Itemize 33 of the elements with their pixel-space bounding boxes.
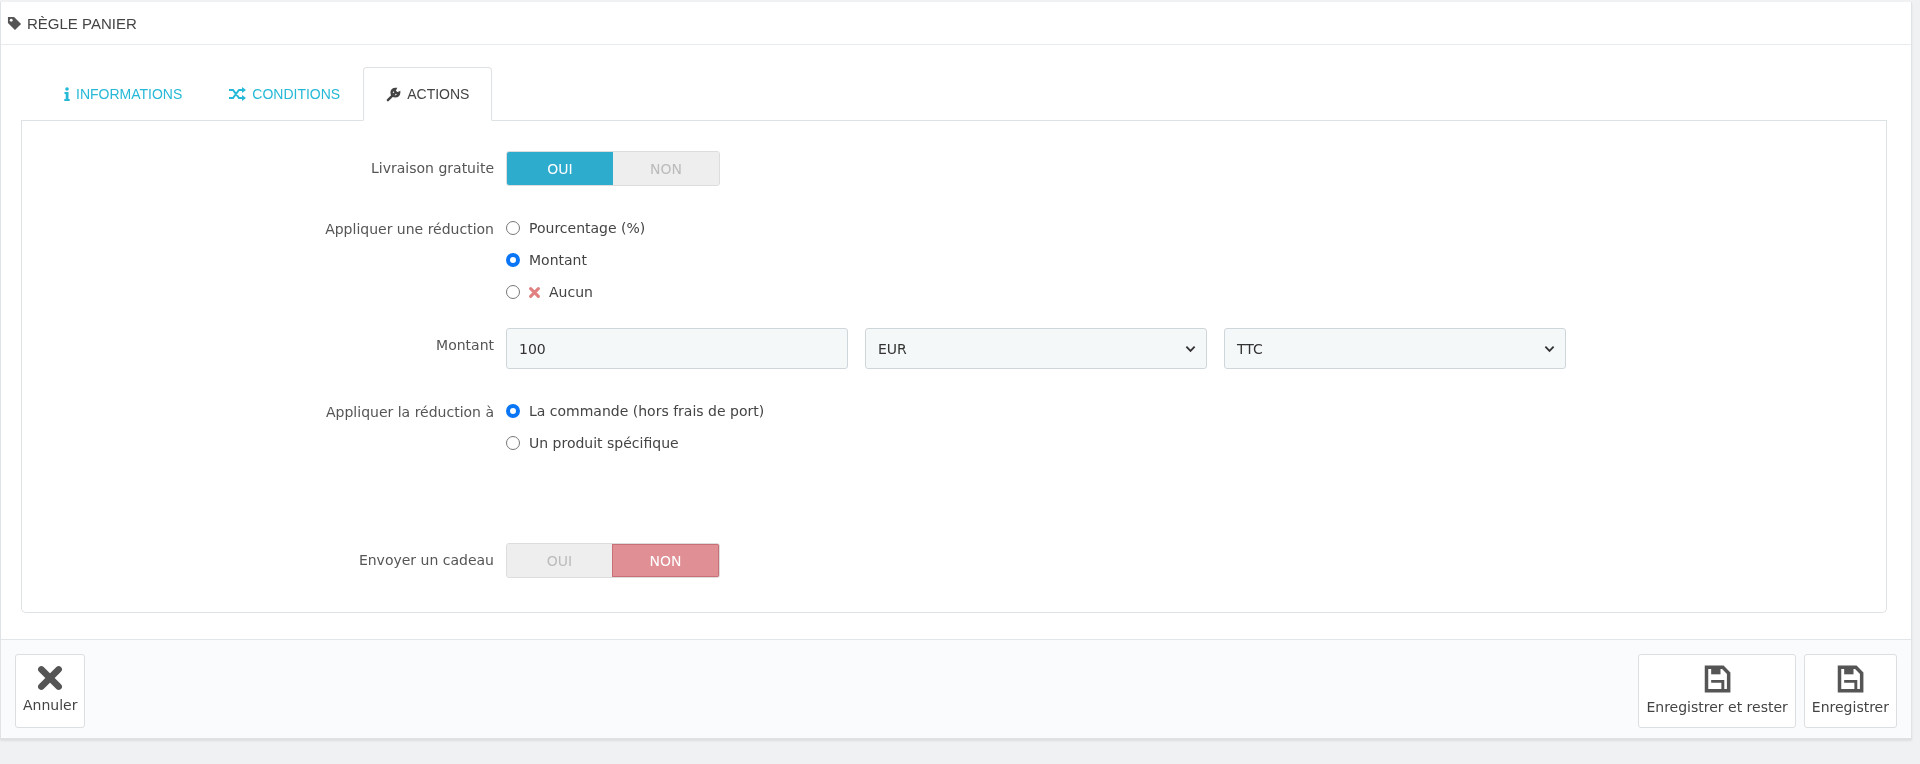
chevron-icon (1185, 344, 1196, 353)
field-label: Livraison gratuite (370, 159, 495, 178)
save-icon (1836, 665, 1865, 693)
info-icon (64, 87, 70, 101)
save-button[interactable]: Enregistrer et rester (1638, 654, 1796, 728)
radio-label: Aucun (549, 284, 593, 300)
panel-title: RÈGLE PANIER (27, 14, 137, 32)
radio-button[interactable] (506, 285, 520, 299)
close-icon (529, 286, 540, 298)
field-label: Appliquer une réduction (324, 220, 495, 239)
cancel-button[interactable]: Annuler (15, 654, 86, 728)
save-button[interactable]: Enregistrer (1803, 654, 1897, 728)
wrench-icon (386, 86, 402, 102)
close-icon (37, 665, 64, 691)
radio-button[interactable] (506, 404, 520, 418)
field-label: Envoyer un cadeau (357, 551, 495, 570)
dropdown[interactable]: TTC (1224, 328, 1566, 369)
radio-button[interactable] (506, 253, 520, 267)
save-icon (1703, 665, 1732, 693)
radio-label: La commande (hors frais de port) (529, 403, 765, 419)
field-label: Appliquer la réduction à (325, 403, 495, 422)
dropdown[interactable]: EUR (865, 328, 1207, 369)
radio-label: Pourcentage (%) (529, 220, 646, 236)
tab[interactable]: ACTIONS (363, 67, 493, 121)
radio-button[interactable] (506, 436, 520, 450)
shuffle-icon (228, 87, 247, 101)
field-label: Montant (435, 336, 495, 355)
amount-input[interactable]: 100 (506, 328, 848, 369)
radio-button[interactable] (506, 221, 520, 235)
chevron-icon (1544, 344, 1555, 353)
tag-icon (7, 15, 22, 31)
radio-label: Un produit spécifique (529, 435, 679, 451)
radio-label: Montant (529, 252, 587, 268)
